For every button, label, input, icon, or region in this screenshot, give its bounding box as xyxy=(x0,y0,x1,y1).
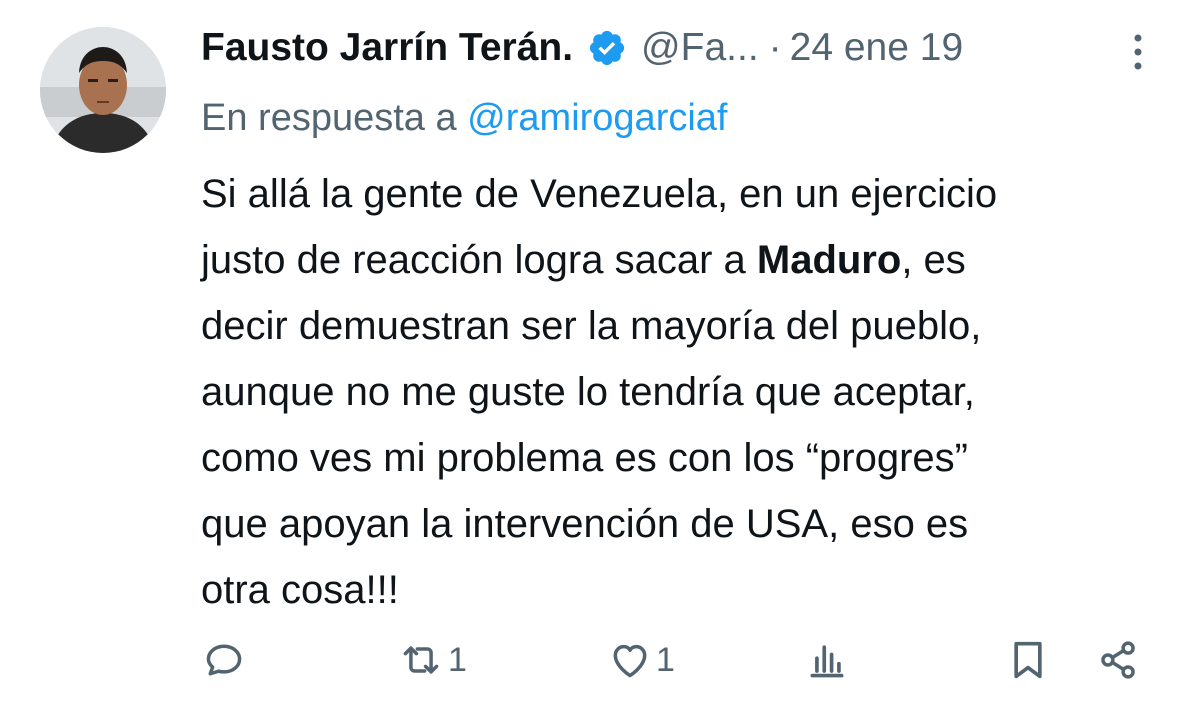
views-icon xyxy=(810,645,844,678)
retweet-icon xyxy=(403,646,439,674)
author-handle[interactable]: @Fa... xyxy=(641,20,759,76)
author-name[interactable]: Fausto Jarrín Terán. xyxy=(201,20,573,76)
reply-mention-link[interactable]: @ramirogarciaf xyxy=(467,97,727,139)
reply-prefix: En respuesta a xyxy=(201,97,457,139)
reply-button[interactable] xyxy=(202,630,246,690)
avatar[interactable] xyxy=(40,27,166,153)
tweet-text-segment: , es xyxy=(901,238,966,282)
tweet-text-line: justo de reacción logra sacar a Maduro, … xyxy=(201,227,1161,293)
retweet-button[interactable]: 1 xyxy=(398,630,467,690)
verified-badge-icon xyxy=(587,28,627,68)
share-icon xyxy=(1101,641,1135,679)
tweet-text-line: otra cosa!!! xyxy=(201,568,399,612)
bookmark-icon xyxy=(1014,641,1042,679)
tweet-text: Si allá la gente de Venezuela, en un eje… xyxy=(201,161,1161,623)
share-button[interactable] xyxy=(1096,630,1140,690)
heart-icon xyxy=(613,644,647,678)
tweet-text-line: Si allá la gente de Venezuela, en un eje… xyxy=(201,172,998,216)
reply-icon xyxy=(206,644,242,676)
tweet-text-line: como ves mi problema es con los “progres… xyxy=(201,436,968,480)
tweet-date[interactable]: 24 ene 19 xyxy=(790,20,964,76)
tweet-text-line: aunque no me guste lo tendría que acepta… xyxy=(201,370,975,414)
tweet-actions: 1 1 xyxy=(0,630,1200,690)
tweet-text-bold: Maduro xyxy=(756,238,902,282)
tweet-text-line: decir demuestran ser la mayoría del pueb… xyxy=(201,304,982,348)
avatar-image xyxy=(40,27,166,153)
retweet-count: 1 xyxy=(448,640,467,679)
tweet-text-line: que apoyan la intervención de USA, eso e… xyxy=(201,502,969,546)
bookmark-button[interactable] xyxy=(1008,630,1048,690)
tweet-header: Fausto Jarrín Terán. @Fa... · 24 ene 19 xyxy=(201,20,963,76)
tweet-text-segment: justo de reacción logra sacar a xyxy=(201,238,746,282)
reply-context: En respuesta a @ramirogarciaf xyxy=(201,92,727,144)
header-separator: · xyxy=(768,26,782,69)
more-options-icon[interactable] xyxy=(1122,30,1154,74)
views-button[interactable] xyxy=(805,630,849,690)
like-count: 1 xyxy=(656,640,675,679)
like-button[interactable]: 1 xyxy=(608,630,675,690)
